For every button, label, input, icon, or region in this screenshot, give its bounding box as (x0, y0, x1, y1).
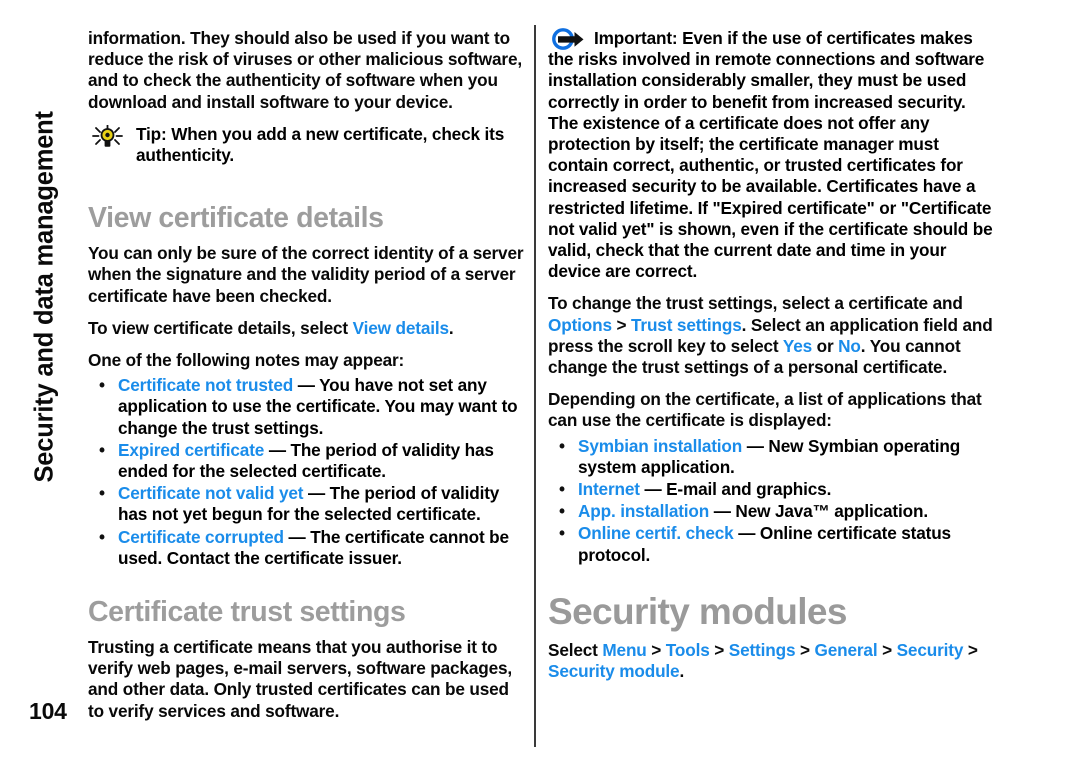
link-trust-settings[interactable]: Trust settings (631, 315, 742, 335)
note-term[interactable]: Certificate not trusted (118, 375, 293, 395)
paragraph-identity: You can only be sure of the correct iden… (88, 243, 524, 306)
path-separator: > (611, 314, 632, 335)
important-arrow-icon (548, 28, 592, 52)
paragraph-select-path: Select Menu > Tools > Settings > General… (548, 640, 996, 682)
right-column: Important: Even if the use of certificat… (548, 28, 996, 682)
notes-list: • Certificate not trusted — You have not … (88, 375, 528, 569)
list-item: • Symbian installation — New Symbian oper… (548, 436, 996, 478)
link-no[interactable]: No (838, 336, 861, 356)
menu-path-item-settings[interactable]: Settings (729, 640, 796, 660)
application-description: — E-mail and graphics. (639, 479, 832, 500)
bullet-glyph: • (559, 523, 565, 544)
heading-view-certificate-details: View certificate details (88, 202, 384, 235)
list-item: • Certificate not trusted — You have not … (88, 375, 528, 439)
list-item: • Certificate not valid yet — The period … (88, 483, 528, 525)
note-term[interactable]: Expired certificate (118, 440, 264, 460)
heading-certificate-trust-settings: Certificate trust settings (88, 596, 406, 629)
important-label: Important: (594, 28, 678, 48)
applications-list: • Symbian installation — New Symbian oper… (548, 436, 996, 566)
list-item: • Certificate corrupted — The certificate… (88, 527, 528, 569)
list-item: • Expired certificate — The period of val… (88, 440, 528, 482)
note-term[interactable]: Certificate corrupted (118, 527, 284, 547)
menu-path-item-security-module[interactable]: Security module (548, 661, 680, 681)
page-columns: information. They should also be used if… (0, 0, 1080, 779)
trust-part1: To change the trust settings, select a c… (548, 293, 963, 314)
paragraph-applications-intro: Depending on the certificate, a list of … (548, 389, 982, 431)
view-details-suffix: . (448, 317, 454, 338)
bullet-glyph: • (559, 435, 565, 456)
paragraph-view-details: To view certificate details, select View… (88, 318, 528, 339)
list-item: • App. installation — New Java™ applicati… (548, 501, 996, 522)
tip-text: When you add a new certificate, check it… (136, 123, 505, 166)
heading-security-modules: Security modules (548, 590, 847, 632)
path-separator: > (795, 639, 815, 660)
link-options[interactable]: Options (548, 315, 612, 335)
application-term[interactable]: Internet (578, 479, 640, 499)
manual-page: Security and data management information… (0, 0, 1080, 779)
lightbulb-icon (90, 124, 130, 149)
important-note: Important: Even if the use of certificat… (548, 28, 996, 282)
note-term[interactable]: Certificate not valid yet (118, 483, 304, 503)
left-column: information. They should also be used if… (88, 28, 528, 722)
bullet-glyph: • (99, 375, 105, 396)
application-term[interactable]: Online certif. check (578, 523, 734, 543)
paragraph-notes-intro: One of the following notes may appear: (88, 350, 405, 371)
application-description: — New Java™ application. (709, 501, 928, 522)
application-term[interactable]: App. installation (578, 501, 709, 521)
link-yes[interactable]: Yes (783, 336, 812, 356)
important-text: Even if the use of certificates makes th… (548, 28, 993, 282)
paragraph-trusting: Trusting a certificate means that you au… (88, 637, 513, 721)
list-item: • Internet — E-mail and graphics. (548, 479, 996, 500)
bullet-glyph: • (559, 501, 565, 522)
list-item: • Online certif. check — Online certifica… (548, 523, 996, 565)
menu-path-item-general[interactable]: General (815, 640, 878, 660)
menu-path-item-security[interactable]: Security (897, 640, 964, 660)
continued-paragraph: information. They should also be used if… (88, 28, 522, 112)
trust-part3: or (812, 335, 839, 356)
path-separator: > (646, 639, 666, 660)
select-terminator: . (679, 661, 685, 682)
bullet-glyph: • (99, 483, 105, 504)
path-separator: > (877, 639, 897, 660)
select-prefix: Select (548, 639, 603, 660)
bullet-glyph: • (99, 526, 105, 547)
link-view-details[interactable]: View details (353, 318, 449, 338)
application-term[interactable]: Symbian installation (578, 436, 742, 456)
bullet-glyph: • (99, 439, 105, 460)
menu-path-item-menu[interactable]: Menu (602, 640, 646, 660)
tip-label: Tip: (136, 123, 167, 144)
tip-note: Tip: When you add a new certificate, che… (88, 124, 528, 166)
path-separator: > (709, 639, 729, 660)
view-details-prefix: To view certificate details, select (88, 317, 353, 338)
bullet-glyph: • (559, 479, 565, 500)
path-separator: > (963, 639, 978, 660)
page-number: 104 (29, 698, 67, 724)
menu-path-item-tools[interactable]: Tools (666, 640, 710, 660)
paragraph-trust-settings: To change the trust settings, select a c… (548, 293, 996, 378)
